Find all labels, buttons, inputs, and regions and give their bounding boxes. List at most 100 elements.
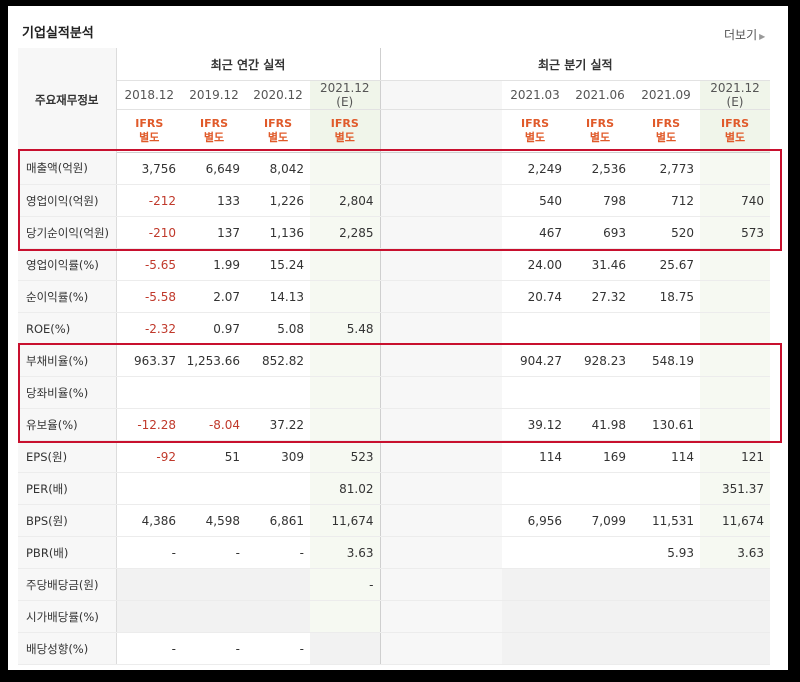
quarter-group-header: 최근 분기 실적 xyxy=(380,48,770,81)
table-row: 영업이익률(%) -5.65 1.99 15.24 24.00 31.46 25.67 xyxy=(18,248,770,281)
annual-value xyxy=(310,632,380,665)
quarter-value: 928.23 xyxy=(568,344,632,377)
annual-value xyxy=(182,376,246,409)
annual-value xyxy=(116,472,182,505)
period-label: 2021.09 xyxy=(641,88,691,102)
annual-value xyxy=(182,600,246,633)
annual-value: 14.13 xyxy=(246,280,310,313)
annual-value: 309 xyxy=(246,440,310,473)
annual-value xyxy=(182,568,246,601)
quarter-value xyxy=(632,472,700,505)
table-row: 부채비율(%) 963.37 1,253.66 852.82 904.27 928.23 5… xyxy=(18,344,770,377)
quarter-value xyxy=(568,536,632,569)
ifrs-label: IFRS 별도 xyxy=(502,109,568,153)
column-gap xyxy=(379,344,502,377)
table-row: 배당성향(%) - - - xyxy=(18,632,770,665)
company-performance-panel: 기업실적분석 더보기 ▶ 주요재무정보 최근 연간 실적 최근 분기 실적 201… xyxy=(8,6,788,670)
quarter-value xyxy=(700,280,770,313)
annual-value: 8,042 xyxy=(246,152,310,185)
annual-value: 4,598 xyxy=(182,504,246,537)
annual-value xyxy=(310,600,380,633)
table-row: 영업이익(억원) -212 133 1,226 2,804 540 798 712 740 xyxy=(18,184,770,217)
quarter-value: 6,956 xyxy=(502,504,568,537)
quarter-value xyxy=(700,248,770,281)
quarter-value: 693 xyxy=(568,216,632,249)
table-row: PER(배) 81.02 351.37 xyxy=(18,472,770,505)
quarter-value: 467 xyxy=(502,216,568,249)
financial-table: 주요재무정보 최근 연간 실적 최근 분기 실적 2018.12 2019.12 2… xyxy=(18,48,770,665)
quarter-value xyxy=(502,600,568,633)
row-label: 매출액(억원) xyxy=(18,152,117,185)
quarter-value xyxy=(568,472,632,505)
quarter-value xyxy=(502,312,568,345)
annual-value: 523 xyxy=(310,440,380,473)
annual-value: 2.07 xyxy=(182,280,246,313)
quarter-value xyxy=(568,632,632,665)
ifrs-label: IFRS 별도 xyxy=(700,109,770,153)
quarter-value xyxy=(700,600,770,633)
annual-value: -8.04 xyxy=(182,408,246,441)
quarter-value: 20.74 xyxy=(502,280,568,313)
quarter-value: 41.98 xyxy=(568,408,632,441)
quarter-value: 520 xyxy=(632,216,700,249)
row-label: BPS(원) xyxy=(18,504,117,537)
row-label: 시가배당률(%) xyxy=(18,600,117,633)
period-label: 2019.12 xyxy=(189,88,239,102)
quarter-value xyxy=(632,600,700,633)
annual-value: - xyxy=(116,632,182,665)
column-gap xyxy=(379,184,502,217)
ifrs-bottom: 별도 xyxy=(724,131,746,144)
annual-value xyxy=(310,408,380,441)
quarter-value xyxy=(700,344,770,377)
annual-value: 37.22 xyxy=(246,408,310,441)
table-row: ROE(%) -2.32 0.97 5.08 5.48 xyxy=(18,312,770,345)
annual-value xyxy=(246,376,310,409)
annual-value: 51 xyxy=(182,440,246,473)
column-gap xyxy=(379,312,502,345)
quarter-period-header: 2021.12 (E) xyxy=(700,80,770,110)
ifrs-bottom: 별도 xyxy=(524,131,546,144)
column-gap xyxy=(379,152,502,185)
section-title: 기업실적분석 xyxy=(22,26,94,41)
ifrs-top: IFRS xyxy=(330,117,359,130)
row-label: PER(배) xyxy=(18,472,117,505)
annual-group-header: 최근 연간 실적 xyxy=(116,48,381,81)
quarter-value xyxy=(568,312,632,345)
quarter-value xyxy=(700,376,770,409)
more-link[interactable]: 더보기 ▶ xyxy=(724,26,765,43)
quarter-value xyxy=(700,632,770,665)
row-label: 영업이익(억원) xyxy=(18,184,117,217)
quarter-value xyxy=(700,408,770,441)
annual-value xyxy=(116,568,182,601)
column-gap xyxy=(379,600,502,633)
quarter-value: 904.27 xyxy=(502,344,568,377)
column-gap xyxy=(379,632,502,665)
quarter-value: 540 xyxy=(502,184,568,217)
quarter-value xyxy=(632,312,700,345)
annual-value xyxy=(310,280,380,313)
ifrs-bottom: 별도 xyxy=(334,131,355,144)
column-gap xyxy=(379,440,502,473)
table-row: 유보율(%) -12.28 -8.04 37.22 39.12 41.98 130.61 xyxy=(18,408,770,441)
quarter-value: 11,674 xyxy=(700,504,770,537)
row-label: 당좌비율(%) xyxy=(18,376,117,409)
quarter-value: 25.67 xyxy=(632,248,700,281)
quarter-value xyxy=(502,376,568,409)
ifrs-bottom: 별도 xyxy=(139,131,160,144)
annual-value: 4,386 xyxy=(116,504,182,537)
quarter-value xyxy=(568,568,632,601)
quarter-value xyxy=(502,568,568,601)
table-row: 시가배당률(%) xyxy=(18,600,770,633)
row-label-header: 주요재무정보 xyxy=(18,48,117,153)
annual-value: -5.58 xyxy=(116,280,182,313)
column-gap xyxy=(379,216,502,249)
column-gap xyxy=(379,408,502,441)
ifrs-top: IFRS xyxy=(521,117,549,130)
annual-period-header: 2019.12 xyxy=(182,80,246,110)
annual-value: 5.48 xyxy=(310,312,380,345)
column-gap xyxy=(379,504,502,537)
annual-value xyxy=(116,600,182,633)
ifrs-bottom: 별도 xyxy=(655,131,677,144)
annual-value: 1,226 xyxy=(246,184,310,217)
row-label: 주당배당금(원) xyxy=(18,568,117,601)
